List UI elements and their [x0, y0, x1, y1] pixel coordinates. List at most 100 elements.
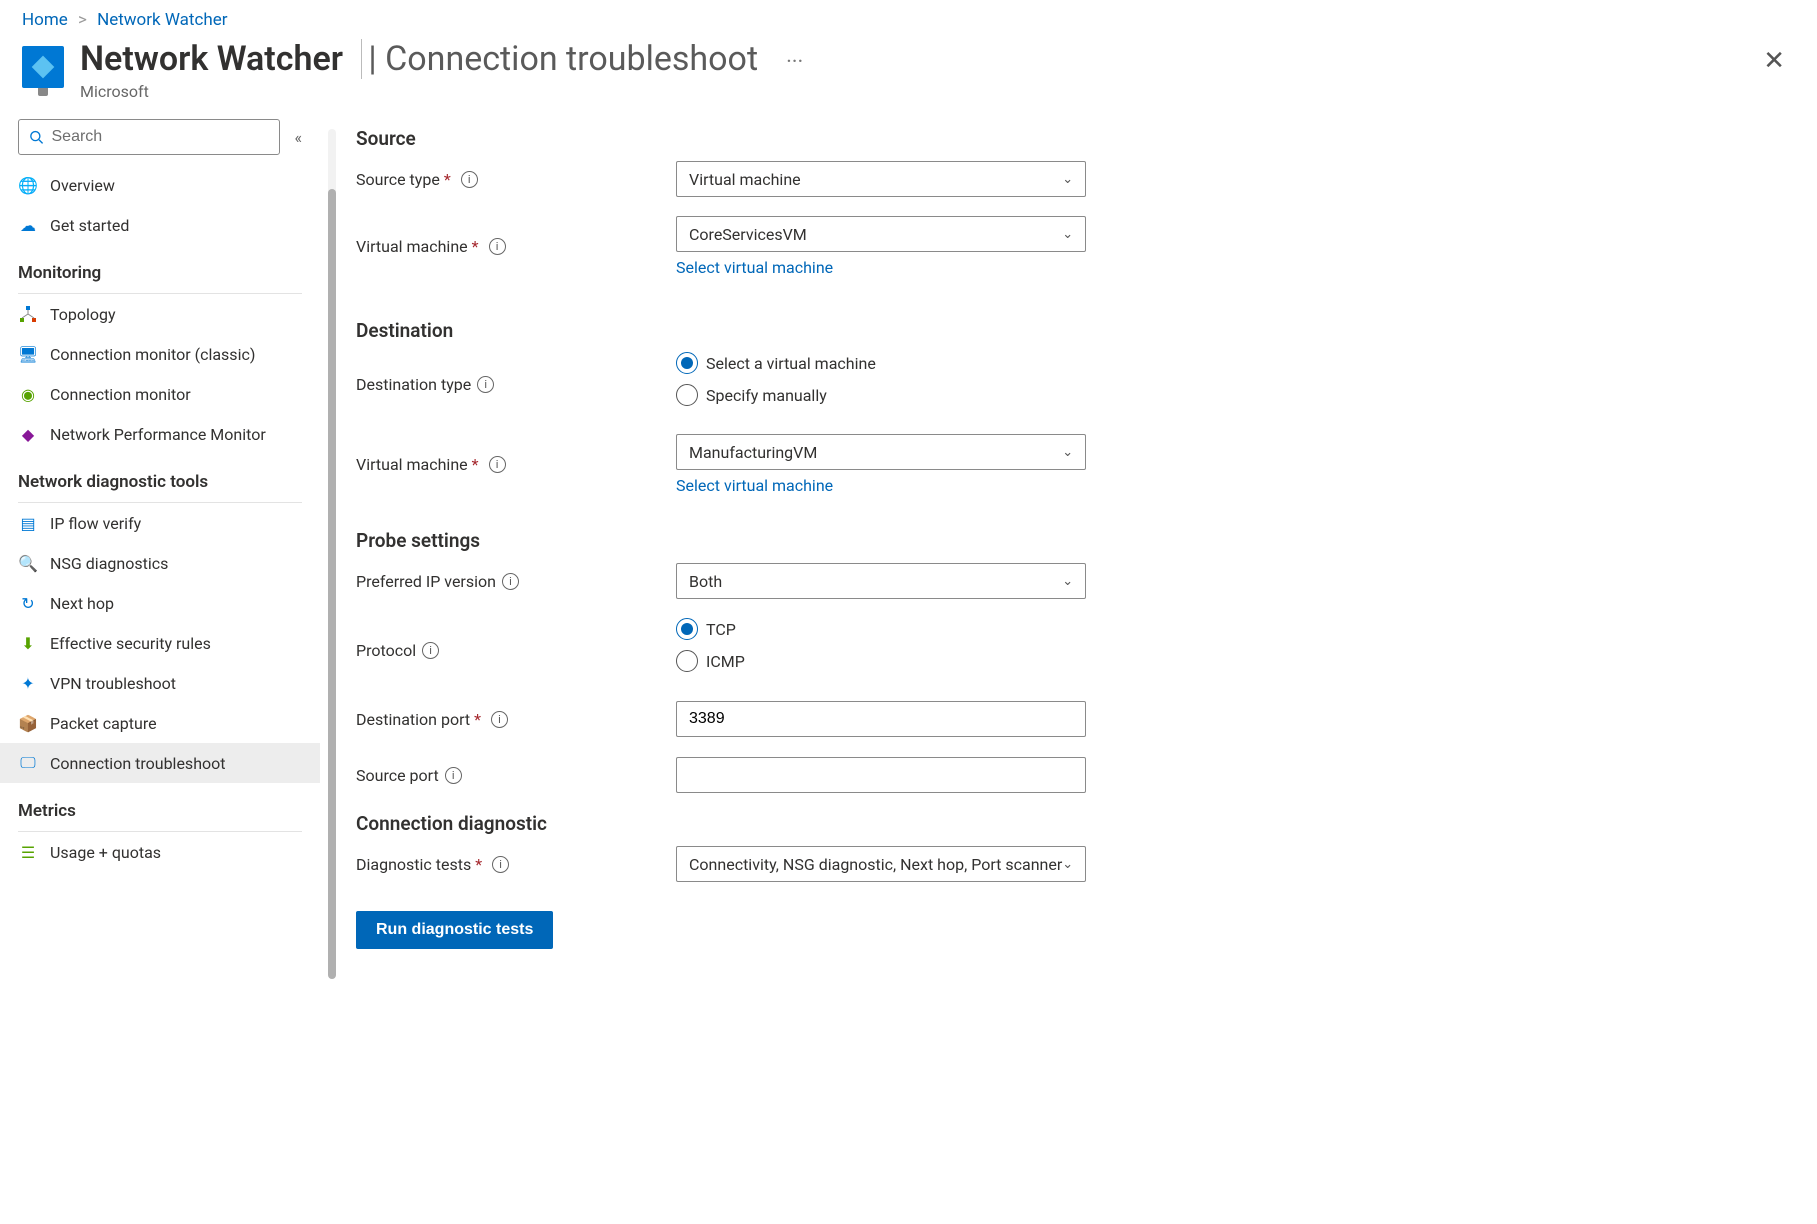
- label-source-type: Source type* i: [356, 170, 676, 189]
- radio-icon: [676, 618, 698, 640]
- sidebar-item-npm[interactable]: ◆ Network Performance Monitor: [0, 414, 320, 454]
- security-rules-icon: ⬇: [18, 633, 38, 653]
- next-hop-icon: ↻: [18, 593, 38, 613]
- diamond-icon: ◆: [18, 424, 38, 444]
- page-title: Network Watcher | Connection troubleshoo…: [80, 40, 758, 78]
- sidebar-item-label: Network Performance Monitor: [50, 425, 266, 444]
- section-diagnostic: Connection diagnostic: [356, 812, 1086, 835]
- sidebar-item-overview[interactable]: 🌐 Overview: [0, 165, 320, 205]
- info-icon[interactable]: i: [477, 376, 494, 393]
- sidebar-section-metrics: Metrics: [0, 783, 320, 827]
- sidebar-item-next-hop[interactable]: ↻ Next hop: [0, 583, 320, 623]
- info-icon[interactable]: i: [461, 171, 478, 188]
- sidebar-item-label: Connection troubleshoot: [50, 754, 225, 773]
- info-icon[interactable]: i: [502, 573, 519, 590]
- sidebar-item-label: Topology: [50, 305, 116, 324]
- info-icon[interactable]: i: [489, 456, 506, 473]
- section-destination: Destination: [356, 319, 1086, 342]
- sidebar-item-usage[interactable]: ☰ Usage + quotas: [0, 832, 320, 872]
- sidebar-section-diagnostic: Network diagnostic tools: [0, 454, 320, 498]
- select-source-vm[interactable]: CoreServicesVM ⌄: [676, 216, 1086, 252]
- info-icon[interactable]: i: [445, 767, 462, 784]
- label-dest-vm: Virtual machine* i: [356, 455, 676, 474]
- sidebar-item-connection-monitor[interactable]: ◉ Connection monitor: [0, 374, 320, 414]
- search-input[interactable]: [52, 128, 270, 146]
- sidebar-item-ip-flow[interactable]: ▤ IP flow verify: [0, 503, 320, 543]
- sidebar-item-label: Usage + quotas: [50, 843, 161, 862]
- sidebar-item-topology[interactable]: Topology: [0, 294, 320, 334]
- label-source-vm: Virtual machine* i: [356, 237, 676, 256]
- sidebar-item-label: Connection monitor: [50, 385, 191, 404]
- section-source: Source: [356, 127, 1086, 150]
- globe-icon: 🌐: [18, 175, 38, 195]
- select-source-type[interactable]: Virtual machine ⌄: [676, 161, 1086, 197]
- sidebar-item-vpn[interactable]: ✦ VPN troubleshoot: [0, 663, 320, 703]
- label-ip-version: Preferred IP version i: [356, 572, 676, 591]
- select-diagnostic-tests[interactable]: Connectivity, NSG diagnostic, Next hop, …: [676, 846, 1086, 882]
- page-title-sub: Connection troubleshoot: [385, 39, 758, 79]
- breadcrumb-network-watcher[interactable]: Network Watcher: [97, 10, 227, 30]
- label-dest-port: Destination port* i: [356, 710, 676, 729]
- sidebar-item-conn-troubleshoot[interactable]: 🖵 Connection troubleshoot: [0, 743, 320, 783]
- info-icon[interactable]: i: [491, 711, 508, 728]
- radio-protocol-tcp[interactable]: TCP: [676, 618, 1086, 640]
- label-protocol: Protocol i: [356, 641, 676, 660]
- sidebar: « 🌐 Overview ☁ Get started Monitoring To…: [0, 119, 320, 979]
- radio-protocol-icmp[interactable]: ICMP: [676, 650, 1086, 672]
- close-icon[interactable]: ✕: [1763, 46, 1785, 76]
- sidebar-item-label: Packet capture: [50, 714, 157, 733]
- conn-trouble-icon: 🖵: [18, 753, 38, 773]
- sidebar-item-packet[interactable]: 📦 Packet capture: [0, 703, 320, 743]
- sidebar-item-nsg[interactable]: 🔍 NSG diagnostics: [0, 543, 320, 583]
- sidebar-item-label: Overview: [50, 176, 115, 195]
- link-select-dest-vm[interactable]: Select virtual machine: [676, 476, 833, 495]
- sidebar-item-get-started[interactable]: ☁ Get started: [0, 205, 320, 245]
- usage-icon: ☰: [18, 842, 38, 862]
- sidebar-item-label: IP flow verify: [50, 514, 141, 533]
- sidebar-search[interactable]: [18, 119, 280, 155]
- content-scrollbar[interactable]: [328, 129, 336, 979]
- chevron-down-icon: ⌄: [1062, 227, 1073, 242]
- page-title-main: Network Watcher: [80, 39, 343, 79]
- sidebar-item-connection-monitor-classic[interactable]: 🖥 Connection monitor (classic): [0, 334, 320, 374]
- chevron-right-icon: >: [78, 10, 87, 30]
- section-probe: Probe settings: [356, 529, 1086, 552]
- select-dest-vm[interactable]: ManufacturingVM ⌄: [676, 434, 1086, 470]
- radio-icon: [676, 384, 698, 406]
- monitor-icon: ◉: [18, 384, 38, 404]
- link-select-source-vm[interactable]: Select virtual machine: [676, 258, 833, 277]
- packet-icon: 📦: [18, 713, 38, 733]
- chevron-down-icon: ⌄: [1062, 857, 1073, 872]
- ip-flow-icon: ▤: [18, 513, 38, 533]
- info-icon[interactable]: i: [422, 642, 439, 659]
- page-header: Network Watcher | Connection troubleshoo…: [0, 32, 1817, 119]
- monitor-classic-icon: 🖥: [18, 344, 38, 364]
- sidebar-item-label: Effective security rules: [50, 634, 211, 653]
- run-diagnostic-button[interactable]: Run diagnostic tests: [356, 911, 553, 949]
- select-ip-version[interactable]: Both ⌄: [676, 563, 1086, 599]
- radio-dest-manual[interactable]: Specify manually: [676, 384, 1086, 406]
- sidebar-item-security-rules[interactable]: ⬇ Effective security rules: [0, 623, 320, 663]
- sidebar-item-label: NSG diagnostics: [50, 554, 168, 573]
- sidebar-item-label: VPN troubleshoot: [50, 674, 176, 693]
- radio-icon: [676, 650, 698, 672]
- label-dest-type: Destination type i: [356, 375, 676, 394]
- nsg-icon: 🔍: [18, 553, 38, 573]
- label-diagnostic-tests: Diagnostic tests* i: [356, 855, 676, 874]
- collapse-sidebar-icon[interactable]: «: [294, 128, 302, 147]
- chevron-down-icon: ⌄: [1062, 574, 1073, 589]
- input-source-port[interactable]: [676, 757, 1086, 793]
- network-watcher-icon: [22, 46, 64, 88]
- form-panel: Source Source type* i Virtual machine ⌄ …: [356, 119, 1116, 979]
- label-source-port: Source port i: [356, 766, 676, 785]
- info-icon[interactable]: i: [489, 238, 506, 255]
- breadcrumb-home[interactable]: Home: [22, 10, 68, 30]
- more-icon[interactable]: ···: [786, 50, 803, 75]
- radio-dest-select-vm[interactable]: Select a virtual machine: [676, 352, 1086, 374]
- sidebar-item-label: Get started: [50, 216, 129, 235]
- sidebar-item-label: Connection monitor (classic): [50, 345, 255, 364]
- vpn-icon: ✦: [18, 673, 38, 693]
- input-dest-port[interactable]: [676, 701, 1086, 737]
- info-icon[interactable]: i: [492, 856, 509, 873]
- breadcrumb: Home > Network Watcher: [0, 0, 1817, 32]
